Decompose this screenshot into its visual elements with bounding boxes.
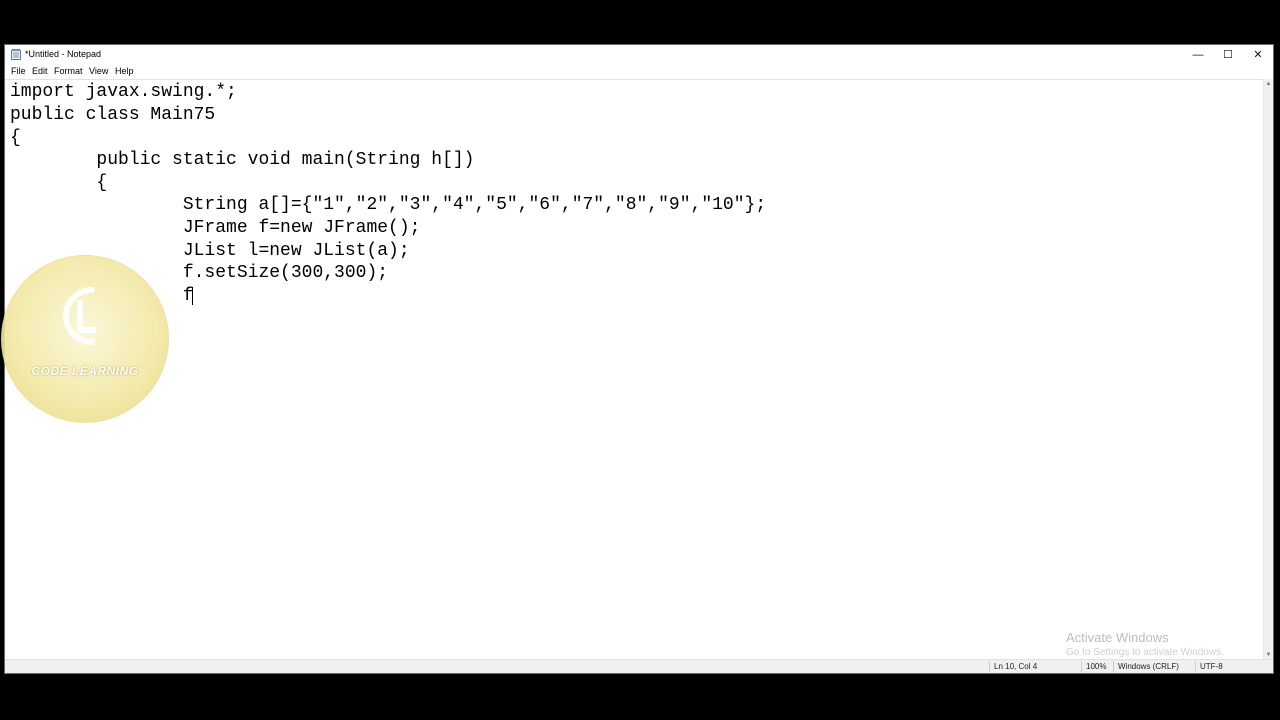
status-bar: Ln 10, Col 4 100% Windows (CRLF) UTF-8 (5, 659, 1273, 673)
menu-help-label: Help (115, 66, 134, 76)
encoding: UTF-8 (1200, 662, 1223, 671)
cursor-position: Ln 10, Col 4 (994, 662, 1038, 671)
menu-view-label: View (89, 66, 109, 76)
code-learning-logo: CODE LEARNING (1, 255, 169, 423)
code-line-2: public class Main75 (10, 105, 216, 125)
activate-windows-title: Activate Windows (1066, 630, 1169, 645)
code-line-5: { (10, 173, 108, 193)
logo-mark-icon (63, 287, 96, 345)
menu-file-label: File (11, 66, 26, 76)
minimize-button[interactable]: — (1183, 45, 1213, 64)
code-line-4: public static void main(String h[]) (10, 150, 475, 170)
close-button[interactable]: ✕ (1243, 45, 1273, 64)
text-caret (192, 287, 193, 305)
logo-text: CODE LEARNING (31, 364, 139, 378)
status-divider (1195, 661, 1196, 672)
status-divider (1081, 661, 1082, 672)
window-title: *Untitled - Notepad (25, 49, 102, 59)
menu-bar: File Edit Format View Help (5, 64, 1273, 79)
maximize-button[interactable]: ☐ (1213, 45, 1243, 64)
code-line-6: String a[]={"1","2","3","4","5","6","7",… (10, 195, 767, 215)
zoom-level: 100% (1086, 662, 1107, 671)
text-editor[interactable]: import javax.swing.*; public class Main7… (5, 79, 1264, 660)
menu-file[interactable]: File (11, 66, 26, 76)
menu-format[interactable]: Format (54, 66, 83, 76)
notepad-icon (11, 49, 21, 60)
code-line-3: { (10, 128, 21, 148)
menu-edit-label: Edit (32, 66, 48, 76)
activate-windows-subtitle: Go to Settings to activate Windows. (1066, 647, 1224, 658)
status-divider (1113, 661, 1114, 672)
line-ending: Windows (CRLF) (1118, 662, 1179, 671)
menu-format-label: Format (54, 66, 83, 76)
notepad-window: *Untitled - Notepad — ☐ ✕ File Edit Form… (4, 44, 1274, 674)
menu-edit[interactable]: Edit (32, 66, 48, 76)
scroll-down-arrow-icon[interactable]: ▼ (1265, 651, 1272, 659)
vertical-scrollbar[interactable]: ▲ ▼ (1263, 79, 1273, 660)
menu-view[interactable]: View (89, 66, 108, 76)
menu-help[interactable]: Help (115, 66, 134, 76)
scroll-up-arrow-icon[interactable]: ▲ (1265, 80, 1272, 88)
code-line-1: import javax.swing.*; (10, 82, 237, 102)
status-divider (989, 661, 990, 672)
title-bar[interactable]: *Untitled - Notepad — ☐ ✕ (5, 45, 1273, 64)
code-line-7: JFrame f=new JFrame(); (10, 218, 421, 238)
